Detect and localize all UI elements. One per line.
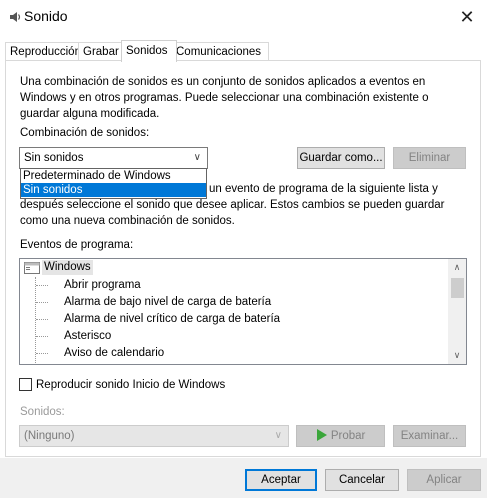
test-button: Probar [296,425,385,447]
scheme-option-default[interactable]: Predeterminado de Windows [21,169,206,183]
chevron-down-icon: ∨ [274,430,282,441]
window-title: Sonido [24,8,68,24]
instruction-text: después seleccione el sonido que desee a… [20,199,445,227]
startup-sound-label: Reproducir sonido Inicio de Windows [36,379,226,391]
event-item[interactable]: Aviso de calendario [64,345,164,362]
windows-folder-icon [24,262,40,274]
event-item[interactable]: Abrir programa [64,277,141,294]
tree-connector [36,336,48,337]
save-as-button[interactable]: Guardar como... [297,147,385,169]
cancel-button[interactable]: Cancelar [325,469,399,491]
tree-line [35,277,36,364]
chevron-down-icon: ∨ [193,152,201,163]
scheme-select[interactable]: Sin sonidos ∨ [19,147,208,169]
tree-connector [36,285,48,286]
title-bar [0,0,487,34]
tree-root-windows[interactable]: Windows [42,260,93,275]
test-button-label: Probar [330,430,366,442]
tree-connector [36,353,48,354]
play-icon [316,429,327,441]
apply-button: Aplicar [407,469,481,491]
scroll-up-icon[interactable]: ∧ [448,259,466,276]
scroll-down-icon[interactable]: ∨ [448,347,466,364]
sounds-label: Sonidos: [20,406,65,418]
ok-button[interactable]: Aceptar [245,469,317,491]
event-item[interactable]: Asterisco [64,328,111,345]
delete-button: Eliminar [393,147,466,169]
sounds-select-value: (Ninguno) [24,430,75,442]
tab-comunicaciones[interactable]: Comunicaciones [171,42,269,61]
scroll-thumb[interactable] [451,278,464,298]
scheme-select-value: Sin sonidos [24,152,84,164]
close-button[interactable]: ✕ [452,2,482,32]
speaker-icon [10,12,21,22]
event-item[interactable]: Alarma de nivel crítico de carga de bate… [64,311,280,328]
scheme-option-none[interactable]: Sin sonidos [21,183,206,197]
tab-sonidos[interactable]: Sonidos [121,40,177,62]
events-label: Eventos de programa: [20,239,134,251]
intro-text: Una combinación de sonidos es un conjunt… [20,76,429,120]
event-item[interactable]: Alarma de bajo nivel de carga de batería [64,294,271,311]
scheme-dropdown-list: Predeterminado de Windows Sin sonidos [20,168,207,199]
tab-grabar[interactable]: Grabar [78,42,124,61]
scheme-label: Combinación de sonidos: [20,127,150,139]
close-icon: ✕ [459,6,475,27]
tree-connector [36,319,48,320]
startup-sound-checkbox[interactable] [19,378,32,391]
tab-reproduccion[interactable]: Reproducción [5,42,83,61]
tree-connector [36,302,48,303]
events-tree[interactable]: Windows Abrir programa Alarma de bajo ni… [19,258,467,365]
instruction-text-tail: un evento de programa de la siguiente li… [209,183,438,195]
sounds-select: (Ninguno) ∨ [19,425,289,447]
browse-button: Examinar... [393,425,466,447]
